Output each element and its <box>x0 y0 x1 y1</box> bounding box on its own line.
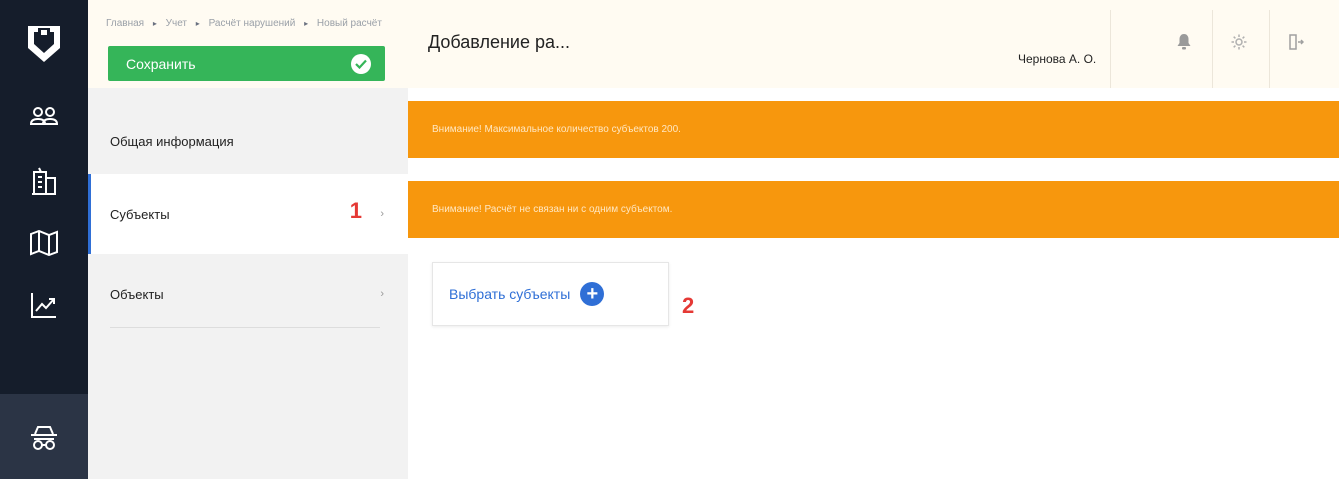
warning-text: Внимание! Максимальное количество субъек… <box>432 124 681 135</box>
rail-item-analytics[interactable] <box>0 274 88 336</box>
plus-circle-icon: + <box>580 282 605 306</box>
top-header: Главная ▸ Учет ▸ Расчёт нарушений ▸ Новы… <box>88 0 1339 88</box>
breadcrumb-separator: ▸ <box>152 19 157 28</box>
rail-item-users[interactable] <box>0 88 88 150</box>
left-rail <box>0 0 88 479</box>
check-circle-icon <box>351 53 371 74</box>
breadcrumb-separator: ▸ <box>195 19 200 28</box>
section-nav-item-objects[interactable]: Объекты › <box>88 254 408 334</box>
section-nav-item-general-info[interactable]: Общая информация <box>88 101 408 181</box>
rail-item-buildings[interactable] <box>0 150 88 212</box>
bell-icon <box>1176 33 1192 56</box>
annotation-marker-2: 2 <box>682 293 695 318</box>
divider <box>110 327 380 328</box>
users-icon <box>29 105 59 133</box>
save-button[interactable]: Сохранить <box>108 46 385 81</box>
active-indicator <box>88 174 91 254</box>
logout-icon <box>1288 33 1305 56</box>
page-title: Добавление ра... <box>428 32 571 52</box>
user-name[interactable]: Чернова А. О. <box>1018 52 1096 66</box>
save-button-label: Сохранить <box>126 55 196 72</box>
car-icon <box>29 422 59 452</box>
shield-logo-icon[interactable] <box>0 0 88 88</box>
map-icon <box>29 230 59 256</box>
warning-banner: Внимание! Максимальное количество субъек… <box>408 101 1339 158</box>
app-window: Главная ▸ Учет ▸ Расчёт нарушений ▸ Новы… <box>0 0 1339 479</box>
building-icon <box>30 166 58 196</box>
breadcrumb-item: Новый расчёт <box>316 18 382 29</box>
main-content: Внимание! Максимальное количество субъек… <box>408 88 1339 479</box>
breadcrumb: Главная ▸ Учет ▸ Расчёт нарушений ▸ Новы… <box>106 18 382 29</box>
section-nav-label: Субъекты <box>110 206 170 222</box>
gear-icon <box>1230 33 1248 56</box>
section-nav-label: Объекты <box>110 286 164 302</box>
header-divider <box>1110 10 1111 88</box>
select-subjects-label: Выбрать субъекты <box>449 286 571 302</box>
breadcrumb-item[interactable]: Учет <box>166 18 187 29</box>
rail-item-vehicles[interactable] <box>0 394 88 479</box>
breadcrumb-item[interactable]: Главная <box>106 18 144 29</box>
annotation-marker-1: 1 <box>349 198 362 223</box>
logout-button[interactable] <box>1270 0 1322 88</box>
warning-banner: Внимание! Расчёт не связан ни с одним су… <box>408 181 1339 238</box>
warning-text: Внимание! Расчёт не связан ни с одним су… <box>432 204 673 215</box>
breadcrumb-separator: ▸ <box>304 19 309 28</box>
section-nav: Общая информация Субъекты 1 › Объекты › <box>88 88 408 479</box>
section-nav-item-subjects[interactable]: Субъекты 1 › <box>88 174 408 254</box>
chart-trend-icon <box>30 291 58 319</box>
select-subjects-button[interactable]: Выбрать субъекты + <box>432 262 669 326</box>
chevron-right-icon: › <box>380 208 384 220</box>
section-nav-label: Общая информация <box>110 133 234 149</box>
chevron-right-icon: › <box>380 288 384 300</box>
breadcrumb-item[interactable]: Расчёт нарушений <box>209 18 296 29</box>
settings-button[interactable] <box>1213 0 1265 88</box>
rail-item-map[interactable] <box>0 212 88 274</box>
notifications-button[interactable] <box>1158 0 1210 88</box>
